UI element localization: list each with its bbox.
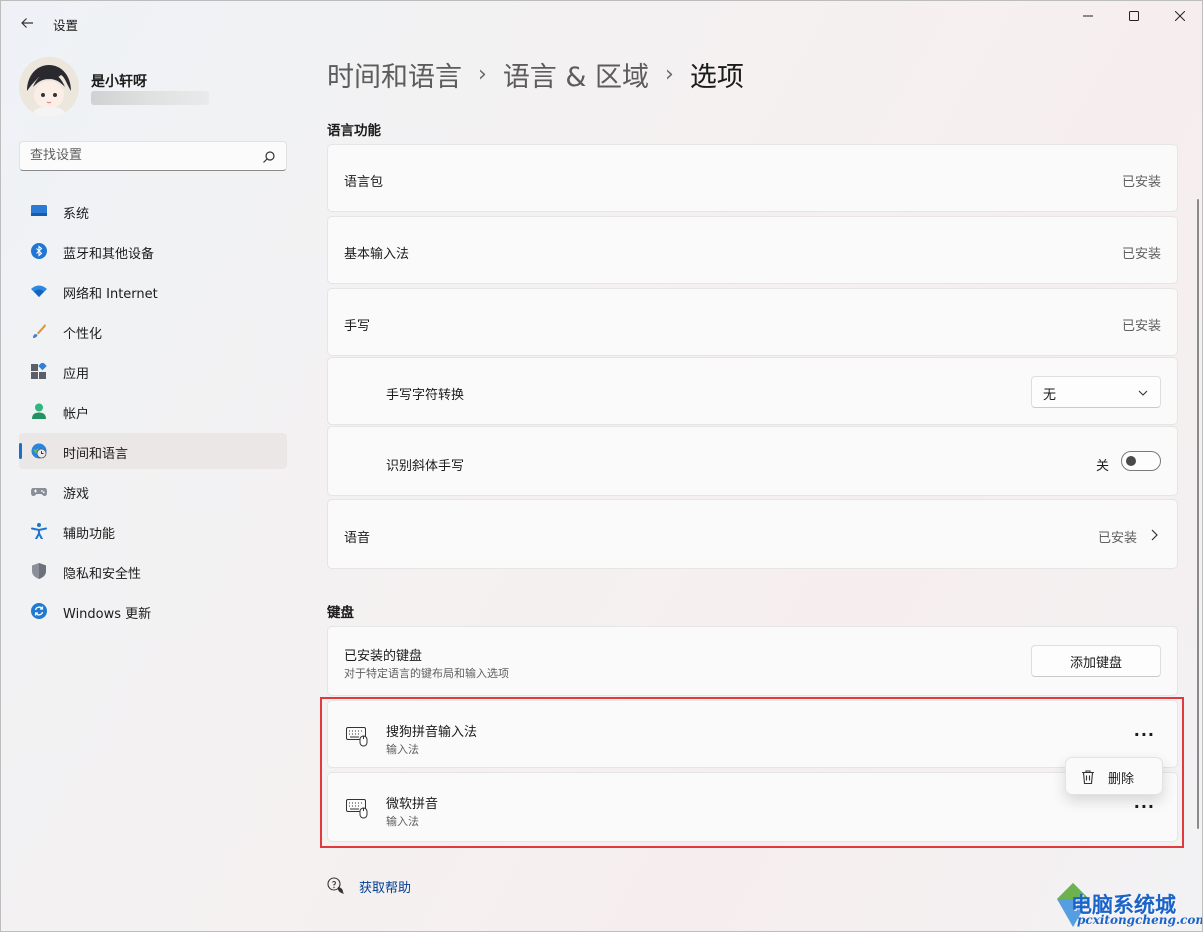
language-pack-status: 已安装 (1121, 175, 1161, 190)
globe-clock-icon (31, 443, 47, 459)
bluetooth-icon (31, 243, 47, 259)
back-arrow-icon (21, 18, 33, 28)
sidebar-item-label: Windows 更新 (63, 607, 152, 622)
sidebar-item-accessibility[interactable]: 辅助功能 (19, 513, 287, 549)
chevron-down-icon (1138, 390, 1148, 396)
highlight-annotation-box (320, 697, 1184, 848)
installed-keyboards-label: 已安装的键盘 (344, 649, 423, 664)
sidebar-item-label: 隐私和安全性 (63, 567, 142, 582)
settings-window: 设置 是小轩呀 查找设置 系统 蓝牙和其他设备 网络和 Internet 个性化… (0, 0, 1203, 932)
handwriting-card: 手写 已安装 (327, 288, 1178, 356)
section-title-language-features: 语言功能 (327, 123, 381, 139)
language-pack-card: 语言包 已安装 (327, 144, 1178, 212)
chevron-right-icon (1151, 529, 1158, 541)
scrollbar[interactable] (1197, 199, 1199, 829)
breadcrumb: 时间和语言 › 语言 & 区域 › 选项 (327, 55, 744, 94)
back-button[interactable] (15, 11, 39, 35)
user-name: 是小轩呀 (91, 74, 147, 90)
sidebar-item-accounts[interactable]: 帐户 (19, 393, 287, 429)
sidebar-item-personalization[interactable]: 个性化 (19, 313, 287, 349)
user-email-redacted (91, 91, 209, 105)
sidebar-item-label: 应用 (63, 367, 90, 382)
sidebar-item-bluetooth[interactable]: 蓝牙和其他设备 (19, 233, 287, 269)
italic-handwriting-card: 识别斜体手写 关 (327, 426, 1178, 496)
close-icon (1175, 11, 1185, 21)
italic-handwriting-toggle[interactable] (1121, 451, 1161, 471)
handwriting-conversion-label: 手写字符转换 (386, 388, 465, 403)
brush-icon (33, 324, 46, 338)
title-bar: 设置 (1, 1, 1202, 45)
watermark: 电脑系统城 pcxitongcheng.com (1053, 877, 1203, 931)
maximize-button[interactable] (1111, 1, 1157, 31)
maximize-icon (1129, 11, 1139, 21)
toggle-knob (1126, 456, 1136, 466)
sidebar-item-label: 辅助功能 (63, 527, 116, 542)
page-title: 选项 (689, 62, 744, 93)
italic-handwriting-label: 识别斜体手写 (386, 459, 465, 474)
breadcrumb-chevron-icon: › (665, 62, 674, 87)
sidebar-nav: 系统 蓝牙和其他设备 网络和 Internet 个性化 应用 帐户 时间和语言 (19, 193, 287, 633)
sidebar-item-privacy[interactable]: 隐私和安全性 (19, 553, 287, 589)
get-help-link[interactable]: 获取帮助 (359, 877, 411, 896)
sidebar-item-apps[interactable]: 应用 (19, 353, 287, 389)
apps-icon (31, 363, 47, 379)
sidebar-item-time-language[interactable]: 时间和语言 (19, 433, 287, 469)
delete-menu-item[interactable]: 删除 (1066, 758, 1162, 794)
update-icon (31, 603, 47, 619)
handwriting-label: 手写 (344, 319, 371, 334)
sidebar-item-label: 系统 (63, 207, 90, 222)
trash-icon (1082, 770, 1094, 785)
monitor-icon (31, 205, 47, 216)
app-title: 设置 (53, 18, 79, 33)
add-keyboard-button[interactable]: 添加键盘 (1031, 645, 1161, 677)
toggle-state-label: 关 (1095, 459, 1109, 474)
basic-typing-card: 基本输入法 已安装 (327, 216, 1178, 284)
search-icon[interactable] (262, 150, 276, 164)
sidebar-item-gaming[interactable]: 游戏 (19, 473, 287, 509)
shield-icon (32, 563, 46, 579)
watermark-url: pcxitongcheng.com (1077, 913, 1203, 927)
speech-status: 已安装 (1097, 531, 1137, 546)
sidebar-item-label: 网络和 Internet (63, 287, 158, 302)
breadcrumb-language-region[interactable]: 语言 & 区域 (503, 55, 649, 94)
sidebar-item-windows-update[interactable]: Windows 更新 (19, 593, 287, 629)
sidebar-item-label: 个性化 (63, 327, 103, 342)
speech-card[interactable]: 语音 已安装 (327, 499, 1178, 569)
close-button[interactable] (1157, 1, 1202, 31)
handwriting-conversion-dropdown[interactable]: 无 (1031, 376, 1161, 408)
wifi-icon (31, 285, 47, 297)
handwriting-status: 已安装 (1121, 319, 1161, 334)
speech-label: 语音 (344, 531, 371, 546)
basic-typing-status: 已安装 (1121, 247, 1161, 262)
accessibility-icon (31, 523, 47, 539)
installed-keyboards-description: 对于特定语言的键布局和输入选项 (344, 667, 509, 680)
handwriting-conversion-card: 手写字符转换 无 (327, 357, 1178, 425)
help-chat-icon (327, 877, 344, 894)
language-pack-label: 语言包 (344, 175, 384, 190)
sidebar-item-label: 蓝牙和其他设备 (63, 247, 155, 262)
context-menu: 删除 (1065, 757, 1163, 795)
basic-typing-label: 基本输入法 (344, 247, 410, 262)
sidebar-item-label: 时间和语言 (63, 447, 129, 462)
search-input[interactable] (30, 148, 250, 163)
gamepad-icon (31, 488, 47, 496)
sidebar-item-label: 帐户 (63, 407, 90, 422)
dropdown-value: 无 (1043, 388, 1057, 403)
sidebar-item-label: 游戏 (63, 487, 90, 502)
section-title-keyboard: 键盘 (327, 605, 354, 621)
delete-label: 删除 (1108, 772, 1135, 787)
breadcrumb-chevron-icon: › (478, 62, 487, 87)
sidebar-item-network[interactable]: 网络和 Internet (19, 273, 287, 309)
search-box[interactable] (19, 141, 287, 171)
minimize-button[interactable] (1065, 1, 1111, 31)
breadcrumb-time-language[interactable]: 时间和语言 (327, 55, 462, 94)
installed-keyboards-card: 已安装的键盘 对于特定语言的键布局和输入选项 添加键盘 (327, 626, 1178, 696)
account-icon (32, 403, 46, 419)
sidebar-item-system[interactable]: 系统 (19, 193, 287, 229)
avatar (19, 57, 79, 117)
minimize-icon (1083, 15, 1093, 17)
